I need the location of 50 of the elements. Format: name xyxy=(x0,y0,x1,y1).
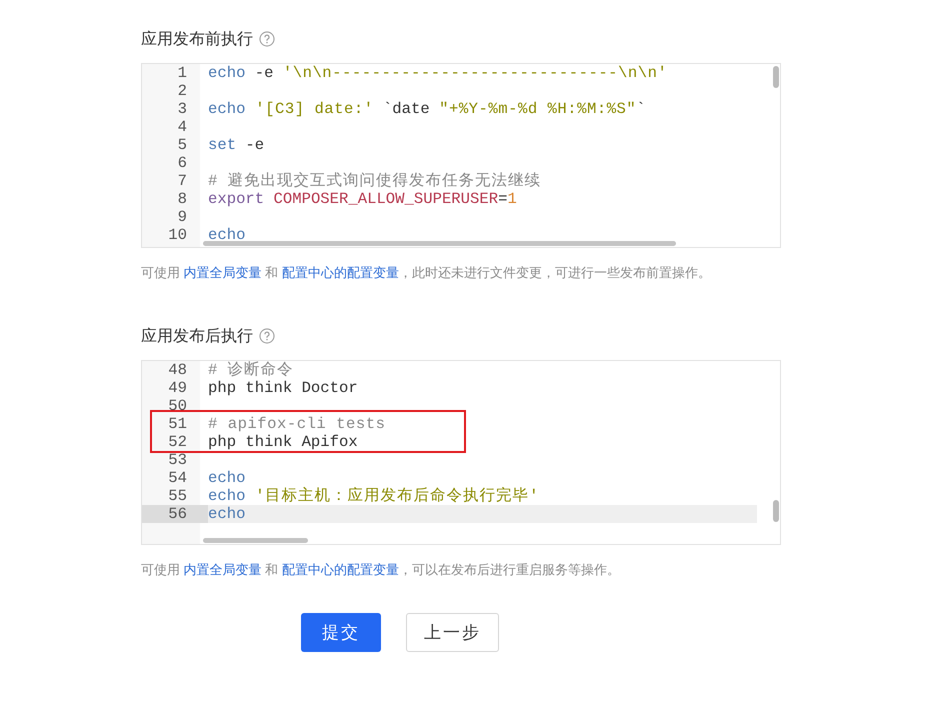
scrollbar-thumb[interactable] xyxy=(773,66,779,88)
code-line: echo xyxy=(208,226,246,244)
code-line: # 诊断命令 xyxy=(208,361,294,379)
section-title: 应用发布后执行 xyxy=(141,326,253,346)
help-icon[interactable] xyxy=(259,31,275,47)
hint-text: 可使用 内置全局变量 和 配置中心的配置变量，可以在发布后进行重启服务等操作。 xyxy=(141,561,621,579)
code-line: echo xyxy=(208,505,246,523)
line-number: 49 xyxy=(167,379,188,397)
line-number: 7 xyxy=(176,172,188,190)
line-number: 56 xyxy=(142,505,208,523)
code-line: php think Doctor xyxy=(208,379,358,397)
line-number: 10 xyxy=(167,226,188,244)
line-number: 4 xyxy=(176,118,188,136)
line-number: 6 xyxy=(176,154,188,172)
code-line: echo -e '\n\n-----------------------------\n\n' xyxy=(208,64,668,82)
line-number: 5 xyxy=(176,136,188,154)
variable-link[interactable]: 配置中心的配置变量 xyxy=(282,265,399,280)
code-line: # 避免出现交互式询问使得发布任务无法继续 xyxy=(208,172,542,190)
line-number: 3 xyxy=(176,100,188,118)
code-line: export COMPOSER_ALLOW_SUPERUSER=1 xyxy=(208,190,517,208)
line-number: 50 xyxy=(167,397,188,415)
code-line: echo '[C3] date:' `date "+%Y-%m-%d %H:%M:%S"` xyxy=(208,100,646,118)
line-number: 54 xyxy=(167,469,188,487)
code-editor[interactable]: 1 echo -e '\n\n-----------------------------\n\n' 2 3 echo '[C3] date:' `date "+%Y-%m-%d %H:%M:%S"` 4 5 set -e 6 7 # 避免出现交互式询问使得发布任务无法继续 8 export COMPOSER_ALLOW_SUPERUSER=1 9 10 echo xyxy=(141,63,781,248)
line-number: 51 xyxy=(167,415,188,433)
line-number: 2 xyxy=(176,82,188,100)
variable-link[interactable]: 配置中心的配置变量 xyxy=(282,562,399,577)
submit-button[interactable]: 提交 xyxy=(301,613,381,652)
help-icon[interactable] xyxy=(259,328,275,344)
line-number: 9 xyxy=(176,208,188,226)
section-title: 应用发布前执行 xyxy=(141,30,253,50)
code-line: php think Apifox xyxy=(208,433,358,451)
line-number: 8 xyxy=(176,190,188,208)
line-number: 55 xyxy=(167,487,188,505)
code-line: # apifox-cli tests xyxy=(208,415,386,433)
code-line: echo '目标主机：应用发布后命令执行完毕' xyxy=(208,487,540,505)
code-line: echo xyxy=(208,469,246,487)
hint-text: 可使用 内置全局变量 和 配置中心的配置变量，此时还未进行文件变更，可进行一些发布前置操作。 xyxy=(141,264,712,282)
scrollbar-thumb[interactable] xyxy=(203,538,308,543)
scrollbar-thumb[interactable] xyxy=(773,500,779,522)
variable-link[interactable]: 内置全局变量 xyxy=(184,562,262,577)
line-number: 48 xyxy=(167,361,188,379)
code-editor[interactable]: 48 # 诊断命令 49 php think Doctor 50 51 # apifox-cli tests 52 php think Apifox 53 54 echo 55 echo '目标主机：应用发布后命令执行完毕' 56 echo xyxy=(141,360,781,545)
line-number: 1 xyxy=(176,64,188,82)
scrollbar-thumb[interactable] xyxy=(203,241,676,246)
line-number: 52 xyxy=(167,433,188,451)
variable-link[interactable]: 内置全局变量 xyxy=(184,265,262,280)
line-number: 53 xyxy=(167,451,188,469)
code-line: set -e xyxy=(208,136,264,154)
back-button[interactable]: 上一步 xyxy=(406,613,499,652)
